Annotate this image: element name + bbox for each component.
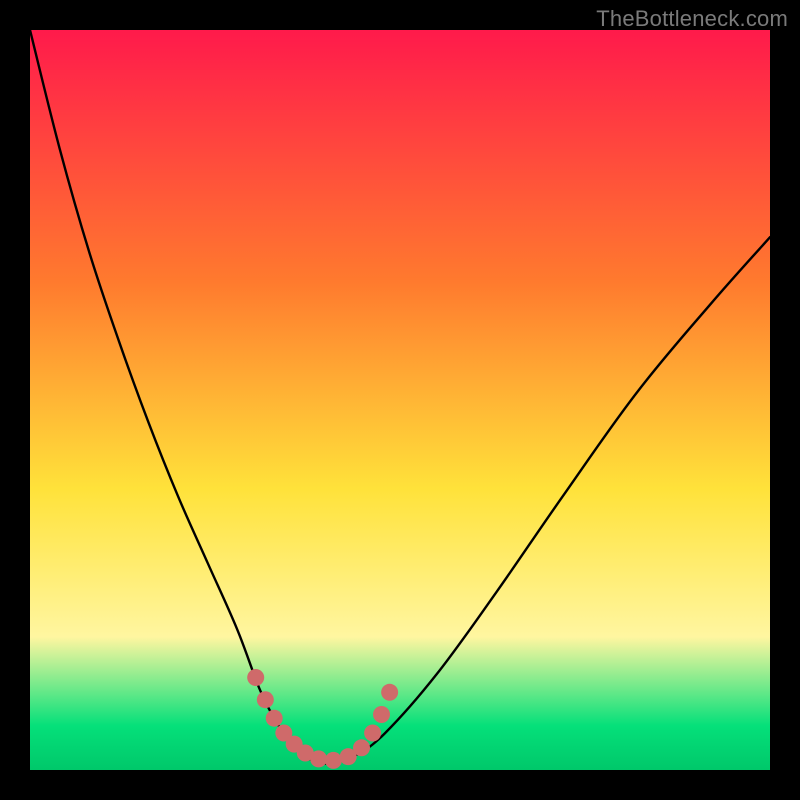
plot-area [30,30,770,770]
marker-dot [266,710,283,727]
marker-dot [364,725,381,742]
watermark-text: TheBottleneck.com [596,6,788,32]
marker-dot [247,669,264,686]
chart-svg [30,30,770,770]
marker-dot [373,706,390,723]
marker-dot [310,750,327,767]
marker-dot [353,739,370,756]
marker-dot [381,684,398,701]
marker-dot [325,752,342,769]
chart-frame: TheBottleneck.com [0,0,800,800]
marker-dot [257,691,274,708]
